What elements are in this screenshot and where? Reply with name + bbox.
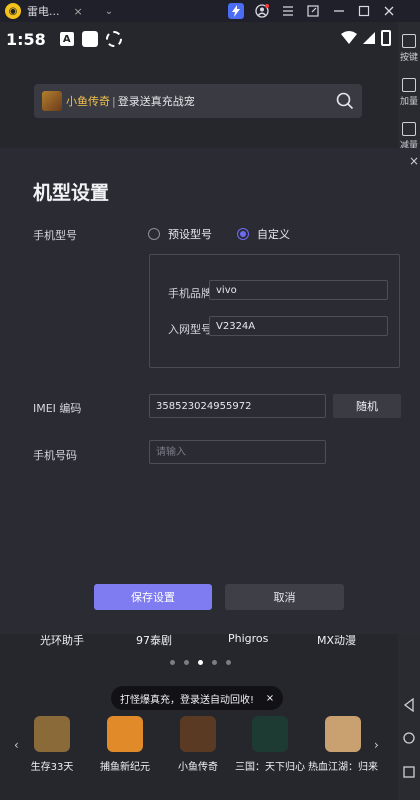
volume-down-icon xyxy=(402,122,416,136)
app-square-icon xyxy=(81,31,98,47)
notification-dot xyxy=(265,4,269,8)
app-label-row: 光环助手 97泰剧 Phigros MX动漫 xyxy=(0,632,398,648)
game-thumbnail xyxy=(42,91,62,111)
bolt-icon[interactable] xyxy=(228,3,244,19)
emulator-window: ◉ 雷电... × ⌄ 1:58 A 小鱼传奇 | 登录送真充战宠 按键 加量 … xyxy=(0,0,420,800)
keyboard-icon xyxy=(402,34,416,48)
promo-toast[interactable]: 打怪爆真充，登录送自动回收! × xyxy=(111,686,283,710)
side-item-volume-up[interactable]: 加量 xyxy=(398,78,420,107)
random-imei-button[interactable]: 随机 xyxy=(333,394,401,418)
status-bar: 1:58 A xyxy=(0,22,398,56)
side-item-label: 按键 xyxy=(399,53,418,63)
game-icon xyxy=(34,716,70,752)
volume-up-icon xyxy=(402,78,416,92)
radio-circle-checked xyxy=(237,228,249,240)
game-name: 三国：天下归心 xyxy=(235,762,305,773)
app-logo-icon: ◉ xyxy=(5,3,21,19)
radio-custom[interactable]: 自定义 xyxy=(237,226,290,242)
game-icon xyxy=(252,716,288,752)
minimize-icon[interactable] xyxy=(331,3,347,19)
side-item-volume-down[interactable]: 减量 xyxy=(398,122,420,151)
radio-custom-label: 自定义 xyxy=(257,228,290,241)
app-label[interactable]: 光环助手 xyxy=(40,632,84,648)
game-item[interactable]: 热血江湖：归来 xyxy=(305,716,381,773)
radio-circle xyxy=(148,228,160,240)
tab-close-icon[interactable]: × xyxy=(74,5,83,18)
signal-icon xyxy=(363,32,375,44)
search-icon[interactable] xyxy=(336,92,354,110)
toast-text: 打怪爆真充，登录送自动回收! xyxy=(120,694,255,706)
search-bar[interactable]: 小鱼传奇 | 登录送真充战宠 xyxy=(34,84,362,118)
game-name: 小鱼传奇 xyxy=(178,762,218,773)
game-item[interactable]: 生存33天 xyxy=(14,716,90,773)
app-label[interactable]: Phigros xyxy=(228,632,268,645)
pager-dot[interactable] xyxy=(184,660,189,665)
close-window-icon[interactable] xyxy=(381,3,397,19)
chevron-down-icon[interactable]: ⌄ xyxy=(105,6,113,17)
side-item-label: 加量 xyxy=(399,97,418,107)
imei-label: IMEI 编码 xyxy=(33,402,82,415)
wifi-icon xyxy=(341,31,357,44)
search-game-name: 小鱼传奇 xyxy=(66,95,110,108)
menu-icon[interactable] xyxy=(280,3,296,19)
game-name: 生存33天 xyxy=(30,762,74,773)
radio-preset-model[interactable]: 预设型号 xyxy=(148,226,212,242)
game-icon xyxy=(180,716,216,752)
custom-model-group xyxy=(149,254,400,368)
pager-dot-active[interactable] xyxy=(198,660,203,665)
window-title-bar: ◉ 雷电... × ⌄ xyxy=(0,0,420,22)
phone-model-label: 手机型号 xyxy=(33,229,77,242)
battery-icon xyxy=(381,30,391,46)
phone-number-field[interactable] xyxy=(149,440,326,464)
loading-circle-icon xyxy=(105,31,122,47)
device-settings-dialog: × 机型设置 手机型号 预设型号 自定义 手机品牌 入网型号 IMEI 编码 随… xyxy=(0,148,420,634)
maximize-icon[interactable] xyxy=(356,3,372,19)
close-icon[interactable]: × xyxy=(263,691,277,705)
game-carousel: 生存33天 捕鱼新纪元 小鱼传奇 三国：天下归心 热血江湖：归来 xyxy=(0,716,398,800)
app-label[interactable]: 97泰剧 xyxy=(136,632,172,648)
imei-field[interactable] xyxy=(149,394,326,418)
game-name: 捕鱼新纪元 xyxy=(100,762,150,773)
radio-preset-label: 预设型号 xyxy=(168,228,212,241)
network-model-field[interactable] xyxy=(209,316,388,336)
game-name: 热血江湖：归来 xyxy=(308,762,378,773)
game-item[interactable]: 捕鱼新纪元 xyxy=(87,716,163,773)
dialog-title: 机型设置 xyxy=(33,182,110,204)
brand-field[interactable] xyxy=(209,280,388,300)
pager-dot[interactable] xyxy=(226,660,231,665)
a-badge-icon: A xyxy=(59,32,74,46)
pager-dot[interactable] xyxy=(212,660,217,665)
cancel-button[interactable]: 取消 xyxy=(225,584,344,610)
game-icon xyxy=(107,716,143,752)
pager-dot[interactable] xyxy=(170,660,175,665)
pager-dots xyxy=(170,660,231,665)
brand-label: 手机品牌 xyxy=(168,287,212,300)
side-item-keys[interactable]: 按键 xyxy=(398,34,420,63)
back-nav-icon[interactable] xyxy=(403,698,415,712)
close-icon[interactable]: × xyxy=(409,154,419,168)
save-settings-button[interactable]: 保存设置 xyxy=(94,584,212,610)
app-label[interactable]: MX动漫 xyxy=(317,632,356,648)
recents-nav-icon[interactable] xyxy=(403,766,415,778)
phone-number-label: 手机号码 xyxy=(33,449,77,462)
pop-out-icon[interactable] xyxy=(305,3,321,19)
game-icon xyxy=(325,716,361,752)
home-nav-icon[interactable] xyxy=(403,732,415,744)
search-separator: | xyxy=(112,94,116,108)
game-item[interactable]: 三国：天下归心 xyxy=(232,716,308,773)
network-model-label: 入网型号 xyxy=(168,323,212,336)
search-promo-text: 登录送真充战宠 xyxy=(117,95,195,108)
game-item[interactable]: 小鱼传奇 xyxy=(160,716,236,773)
status-time: 1:58 xyxy=(6,29,46,49)
user-avatar-icon[interactable] xyxy=(254,3,270,19)
window-tab-title[interactable]: 雷电... xyxy=(27,3,60,19)
